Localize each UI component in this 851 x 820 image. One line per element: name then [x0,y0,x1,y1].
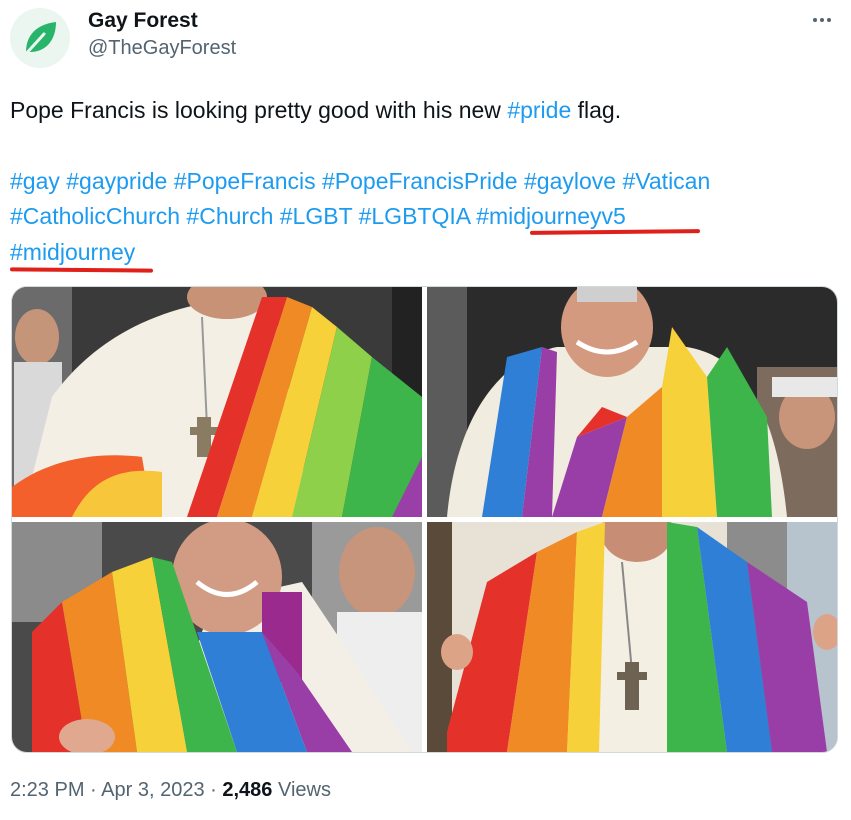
hashtag-link[interactable]: #Church [186,203,273,229]
ellipsis-icon [820,18,824,22]
media-photo[interactable] [427,287,837,517]
media-photo[interactable] [12,287,422,517]
hashtag-link[interactable]: #PopeFrancisPride [322,168,518,194]
media-grid [11,286,838,753]
author-block: Gay Forest @TheGayForest [88,8,236,61]
hashtag-link[interactable]: #LGBT [280,203,352,229]
tweet-time[interactable]: 2:23 PM [10,779,84,801]
ellipsis-icon [813,18,817,22]
photo-pope-1 [12,287,422,517]
avatar[interactable] [10,8,70,68]
hashtag-link[interactable]: #midjourneyv5 [476,203,626,229]
leaf-icon [22,22,56,58]
tweet-text-before: Pope Francis is looking pretty good with… [10,97,508,123]
hashtag-link[interactable]: #LGBTQIA [359,203,470,229]
views-label: Views [272,779,331,801]
more-options-button[interactable] [807,8,837,32]
hashtag-link[interactable]: #gaylove [524,168,616,194]
hashtag-link[interactable]: #CatholicChurch [10,203,180,229]
views-count: 2,486 [222,779,273,801]
photo-pope-3 [12,522,422,752]
meta-separator: · [84,779,102,801]
media-photo[interactable] [427,522,837,752]
author-name[interactable]: Gay Forest [88,8,236,34]
tweet-text-after: flag. [571,97,622,123]
photo-pope-2 [427,287,837,517]
tweet-text: Pope Francis is looking pretty good with… [10,93,840,270]
hashtag-link[interactable]: #gay [10,168,60,194]
hashtag-link[interactable]: #Vatican [622,168,710,194]
tweet-sentence: Pope Francis is looking pretty good with… [10,93,840,129]
media-photo[interactable] [12,522,422,752]
hashtag-link[interactable]: #pride [507,97,571,123]
author-handle[interactable]: @TheGayForest [88,35,236,61]
tweet-date[interactable]: Apr 3, 2023 [101,779,204,801]
hashtag-list: #gay #gaypride #PopeFrancis #PopeFrancis… [10,164,840,271]
tweet-meta: 2:23 PM · Apr 3, 2023 · 2,486 Views [10,776,331,804]
red-underline [9,267,154,273]
hashtag-link[interactable]: #midjourney [10,239,135,265]
meta-separator: · [204,779,223,801]
photo-pope-4 [427,522,837,752]
hashtag-link[interactable]: #gaypride [66,168,167,194]
ellipsis-icon [827,18,831,22]
hashtag-link[interactable]: #PopeFrancis [174,168,316,194]
